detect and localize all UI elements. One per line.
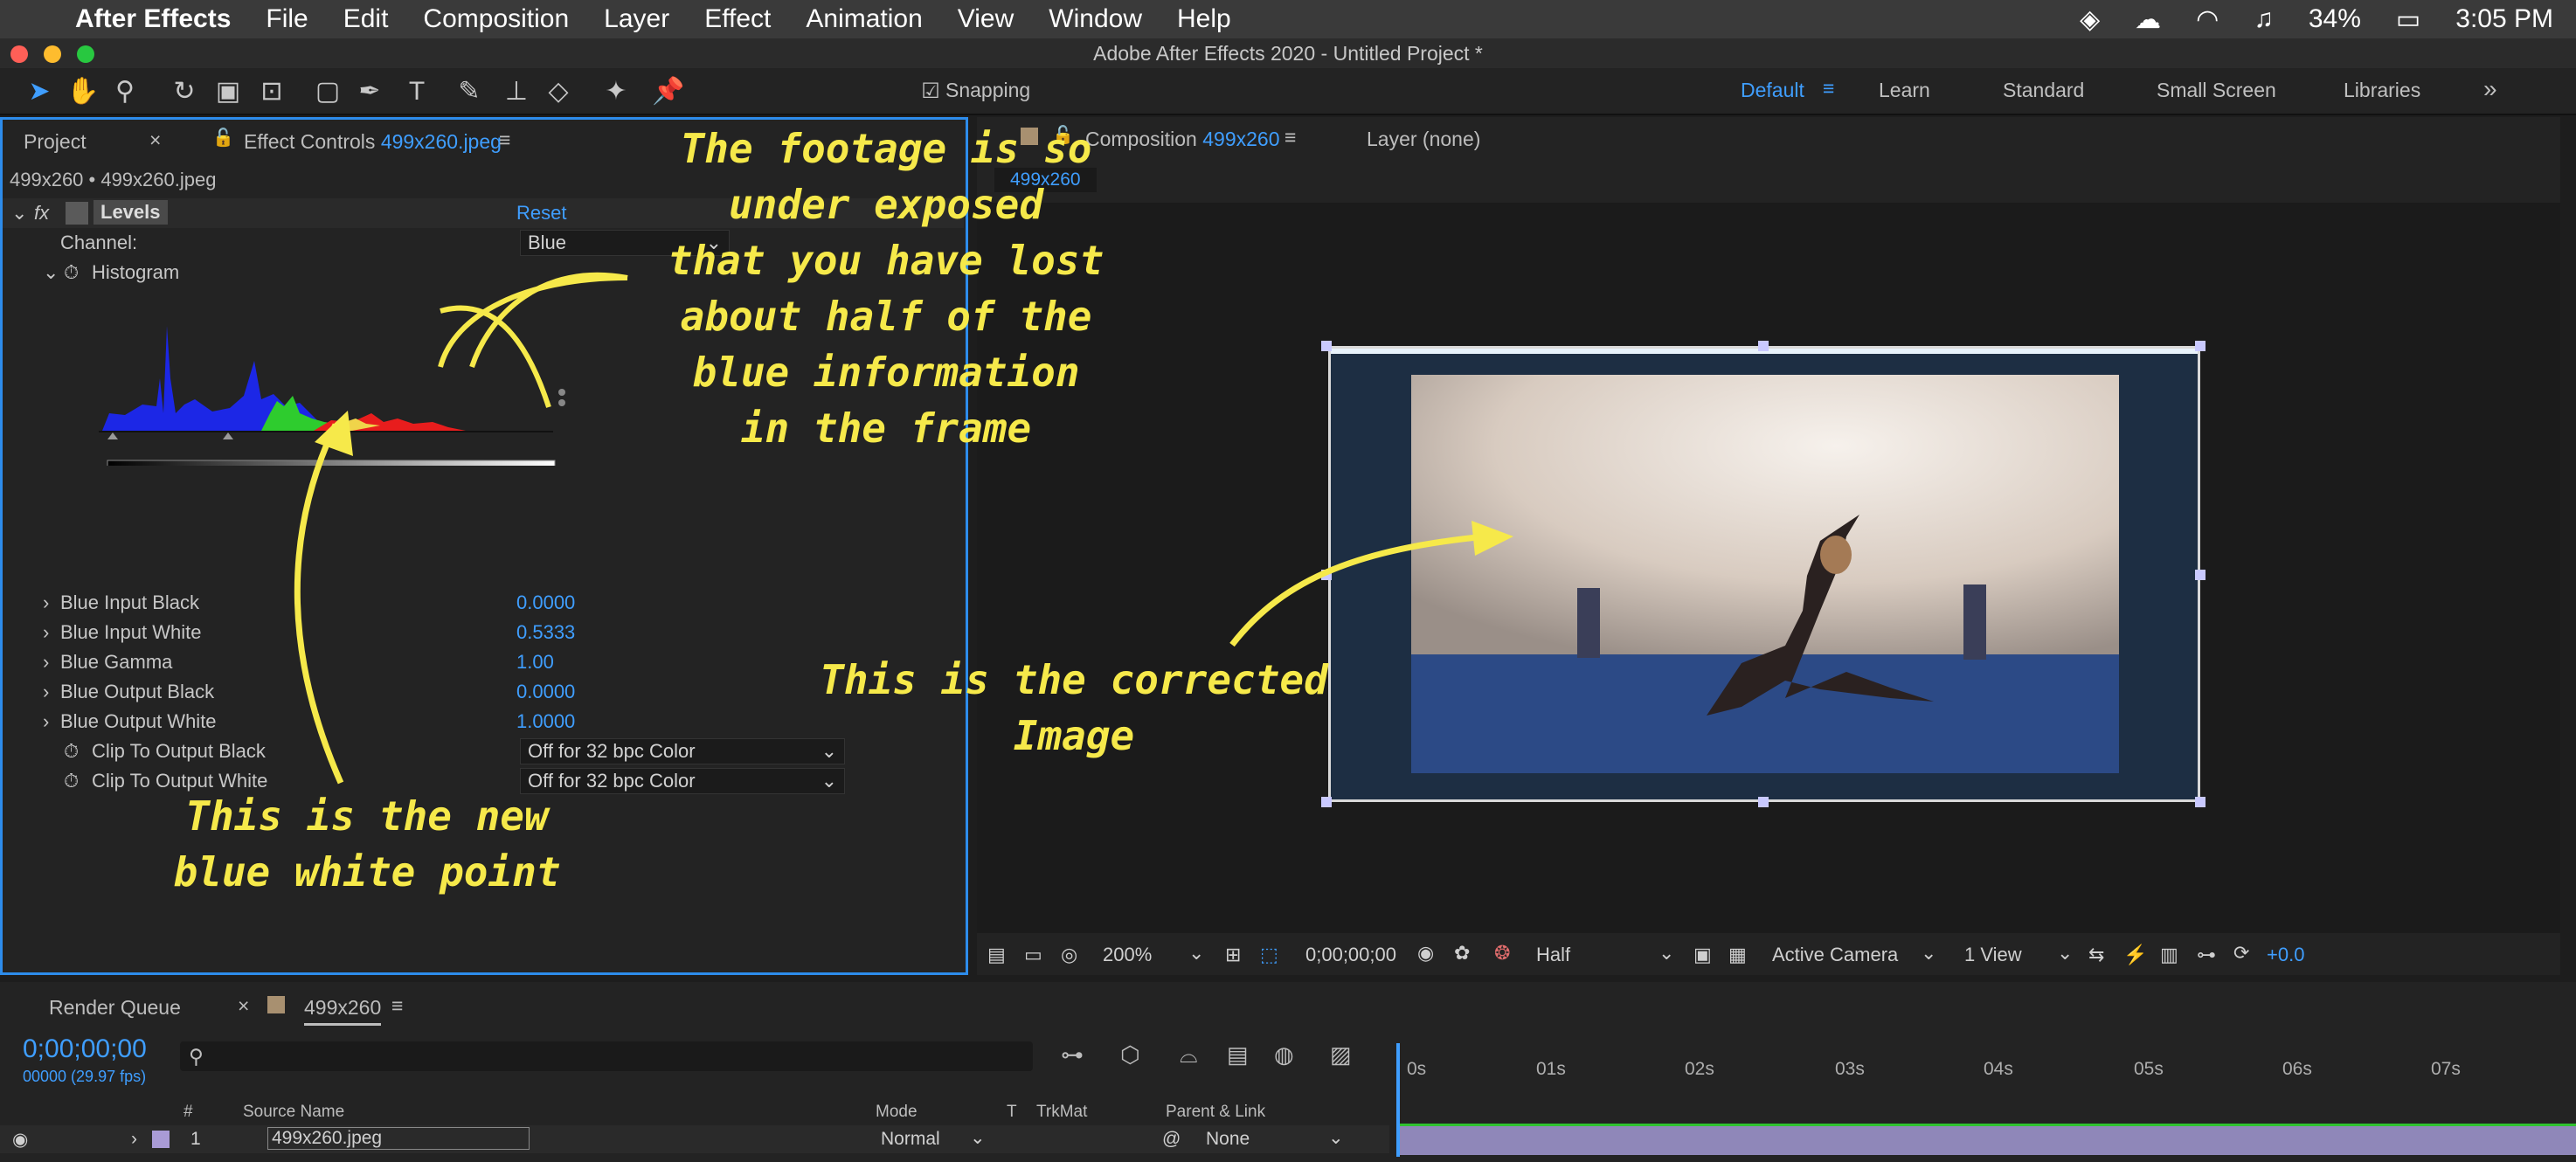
annotation-footage-text: The footage is so under exposed that you…	[668, 125, 1104, 452]
annotation-white-point-text: This is the new blue white point	[173, 792, 561, 896]
annotation-corrected-text: This is the corrected Image	[820, 656, 1328, 759]
arrow-corrected	[1229, 533, 1486, 647]
annotation-white-point: This is the new blue white point	[131, 788, 603, 900]
annotation-corrected: This is the corrected Image	[774, 652, 1374, 764]
arrow-white-point	[294, 423, 344, 785]
arrowhead-white-point	[315, 411, 353, 456]
annotation-footage: The footage is so under exposed that you…	[633, 121, 1139, 456]
arrowhead-corrected	[1472, 521, 1513, 556]
annotation-arrows	[294, 272, 1513, 785]
